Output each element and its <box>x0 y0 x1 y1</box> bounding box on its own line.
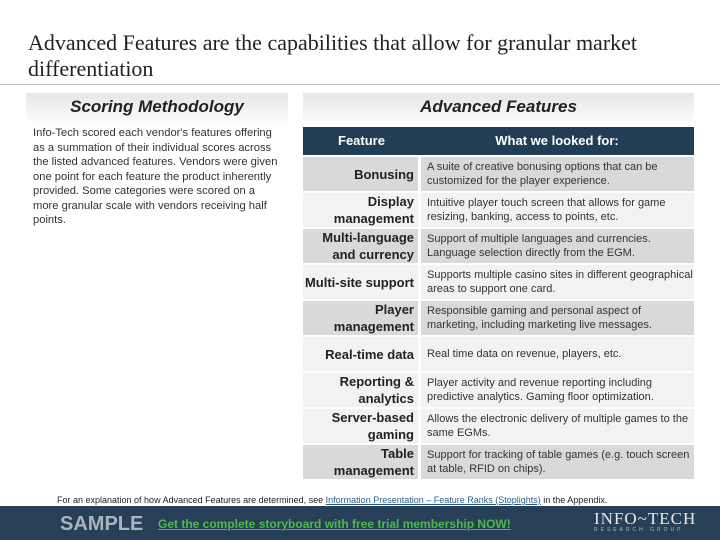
feature-name: Real-time data <box>303 337 418 371</box>
feature-name: Multi-site support <box>303 265 418 299</box>
title-divider <box>0 84 720 85</box>
feature-name: Display management <box>303 193 418 227</box>
footnote: For an explanation of how Advanced Featu… <box>57 495 607 505</box>
sample-label: SAMPLE <box>60 513 144 535</box>
feature-name: Server-based gaming <box>303 409 418 443</box>
table-row: Reporting & analytics Player activity and… <box>303 371 694 407</box>
table-row: Multi-site support Supports multiple casi… <box>303 263 694 299</box>
info-tech-logo: INFO~TECH RESEARCH GROUP <box>594 509 697 533</box>
feature-description: Real time data on revenue, players, etc. <box>421 337 694 371</box>
footer-bar: SAMPLE Get the complete storyboard with … <box>0 506 720 540</box>
page-title: Advanced Features are the capabilities t… <box>28 30 638 81</box>
table-row: Table management Support for tracking of … <box>303 443 694 479</box>
table-row: Bonusing A suite of creative bonusing opt… <box>303 155 694 191</box>
column-header-feature: Feature <box>338 133 385 148</box>
footnote-text-end: in the Appendix. <box>540 495 608 505</box>
column-header-description: What we looked for: <box>495 133 619 148</box>
table-header: Feature What we looked for: <box>303 127 694 155</box>
feature-description: Responsible gaming and personal aspect o… <box>421 301 694 335</box>
feature-name: Reporting & analytics <box>303 373 418 407</box>
advanced-features-heading: Advanced Features <box>303 93 694 121</box>
table-row: Multi-language and currency Support of mu… <box>303 227 694 263</box>
feature-description: Support for tracking of table games (e.g… <box>421 445 694 479</box>
feature-name: Table management <box>303 445 418 479</box>
feature-ranks-link[interactable]: Information Presentation – Feature Ranks… <box>326 495 541 505</box>
scoring-methodology-heading: Scoring Methodology <box>26 93 288 121</box>
feature-description: Allows the electronic delivery of multip… <box>421 409 694 443</box>
feature-name: Bonusing <box>303 157 418 191</box>
feature-description: Supports multiple casino sites in differ… <box>421 265 694 299</box>
feature-name: Player management <box>303 301 418 335</box>
trial-membership-link[interactable]: Get the complete storyboard with free tr… <box>158 517 511 531</box>
feature-description: Player activity and revenue reporting in… <box>421 373 694 407</box>
table-row: Player management Responsible gaming and … <box>303 299 694 335</box>
feature-description: A suite of creative bonusing options tha… <box>421 157 694 191</box>
feature-description: Intuitive player touch screen that allow… <box>421 193 694 227</box>
scoring-methodology-text: Info-Tech scored each vendor's features … <box>33 127 278 226</box>
footnote-text: For an explanation of how Advanced Featu… <box>57 495 326 505</box>
table-row: Server-based gaming Allows the electronic… <box>303 407 694 443</box>
table-row: Real-time data Real time data on revenue,… <box>303 335 694 371</box>
table-row: Display management Intuitive player touch… <box>303 191 694 227</box>
feature-name: Multi-language and currency <box>303 229 418 263</box>
features-table: Feature What we looked for: Bonusing A su… <box>303 127 694 479</box>
feature-description: Support of multiple languages and curren… <box>421 229 694 263</box>
